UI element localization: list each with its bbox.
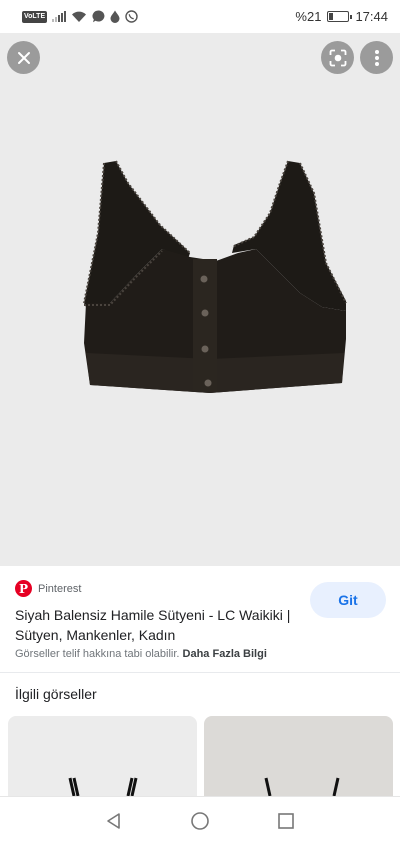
result-info-panel: P Pinterest Siyah Balensiz Hamile Sütyen… <box>0 566 400 672</box>
image-viewer <box>0 33 400 566</box>
status-icons-right: %21 17:44 <box>295 9 388 24</box>
status-bar: VoLTE %21 17:44 <box>0 0 400 33</box>
related-image-1-picture <box>68 777 138 796</box>
related-image-1[interactable] <box>8 716 197 796</box>
source-name: Pinterest <box>38 582 82 595</box>
related-image-2[interactable] <box>204 716 393 796</box>
recents-square-icon <box>278 812 294 829</box>
drop-icon <box>110 10 120 23</box>
battery-level-fill <box>329 13 334 20</box>
close-button[interactable] <box>7 41 40 74</box>
messenger-icon <box>92 10 105 23</box>
learn-more-link[interactable]: Daha Fazla Bilgi <box>183 648 267 660</box>
copyright-text: Görseller telif hakkına tabi olabilir. <box>15 648 180 660</box>
home-circle-icon <box>191 811 209 830</box>
back-button[interactable] <box>102 809 126 833</box>
more-vert-icon <box>374 49 379 66</box>
divider <box>0 672 400 673</box>
clock: 17:44 <box>355 9 388 24</box>
battery-percent: %21 <box>295 9 322 24</box>
status-icons-left: VoLTE <box>22 10 138 23</box>
home-button[interactable] <box>188 809 212 833</box>
product-image[interactable] <box>70 153 370 403</box>
related-image-2-picture <box>264 777 340 796</box>
back-triangle-icon <box>107 812 120 829</box>
battery-icon <box>327 11 353 22</box>
close-icon <box>17 51 30 64</box>
recents-button[interactable] <box>274 809 298 833</box>
copyright-notice: Görseller telif hakkına tabi olabilir. D… <box>15 648 267 660</box>
result-title[interactable]: Siyah Balensiz Hamile Sütyeni - LC Waiki… <box>15 605 295 645</box>
whatsapp-icon <box>125 10 138 23</box>
pinterest-logo-icon: P <box>15 580 32 597</box>
lens-icon <box>329 49 346 66</box>
more-options-button[interactable] <box>360 41 393 74</box>
visit-button[interactable]: Git <box>310 582 386 618</box>
volte-badge: VoLTE <box>22 10 48 23</box>
wifi-icon <box>72 11 87 22</box>
navigation-bar <box>0 796 400 844</box>
lens-button[interactable] <box>321 41 354 74</box>
related-images-heading: İlgili görseller <box>15 686 97 702</box>
signal-icon <box>52 11 67 22</box>
